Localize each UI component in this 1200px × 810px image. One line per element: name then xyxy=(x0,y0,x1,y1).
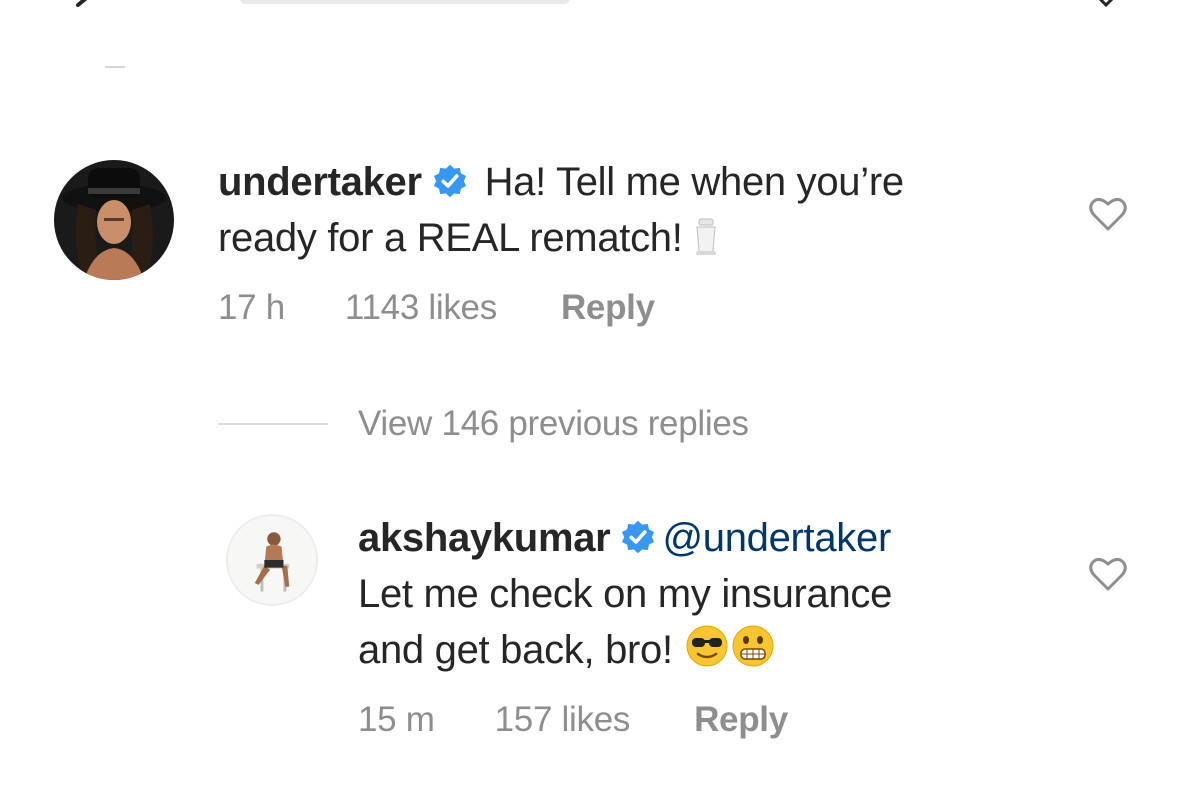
more-options-icon[interactable] xyxy=(1092,0,1120,8)
comment-timestamp: 17 h xyxy=(218,288,285,327)
reply-button[interactable]: Reply xyxy=(561,288,655,328)
comment-text: undertaker Ha! Tell me when you’re ready… xyxy=(218,154,1098,272)
mention-link[interactable]: @undertaker xyxy=(662,516,891,560)
verified-badge-icon xyxy=(620,519,656,555)
avatar[interactable] xyxy=(226,514,318,606)
divider xyxy=(105,66,125,68)
username[interactable]: akshaykumar xyxy=(358,516,611,560)
grimacing-face-emoji-icon xyxy=(730,623,776,684)
username[interactable]: undertaker xyxy=(218,160,422,204)
reply-likes-count[interactable]: 157 likes xyxy=(495,700,631,740)
verified-badge-icon xyxy=(432,163,468,199)
replies-divider-line xyxy=(218,423,328,425)
avatar[interactable] xyxy=(54,160,174,280)
view-previous-replies-button[interactable]: View 146 previous replies xyxy=(218,400,749,448)
funeral-urn-emoji-icon xyxy=(693,216,719,272)
reply-timestamp: 15 m xyxy=(358,700,435,739)
comment-body-line1: Ha! Tell me when you’re xyxy=(484,160,905,204)
header-title-fragment xyxy=(240,0,570,4)
reply-text: akshaykumar @undertaker Let me check on m… xyxy=(358,510,1058,684)
comment-likes-count[interactable]: 1143 likes xyxy=(345,288,497,328)
comment-body-line2: ready for a REAL rematch! xyxy=(218,216,683,260)
reply-button[interactable]: Reply xyxy=(694,700,788,740)
like-heart-icon[interactable] xyxy=(1088,556,1128,592)
like-heart-icon[interactable] xyxy=(1088,196,1128,232)
reply-body-line2: and get back, bro! xyxy=(358,628,673,672)
reply-body-line1: Let me check on my insurance xyxy=(358,572,893,616)
back-icon[interactable] xyxy=(70,0,110,7)
comment-meta: 17 h 1143 likes Reply xyxy=(218,288,655,328)
sunglasses-face-emoji-icon xyxy=(684,623,730,684)
reply-meta: 15 m 157 likes Reply xyxy=(358,700,788,740)
view-replies-label: View 146 previous replies xyxy=(358,404,749,443)
